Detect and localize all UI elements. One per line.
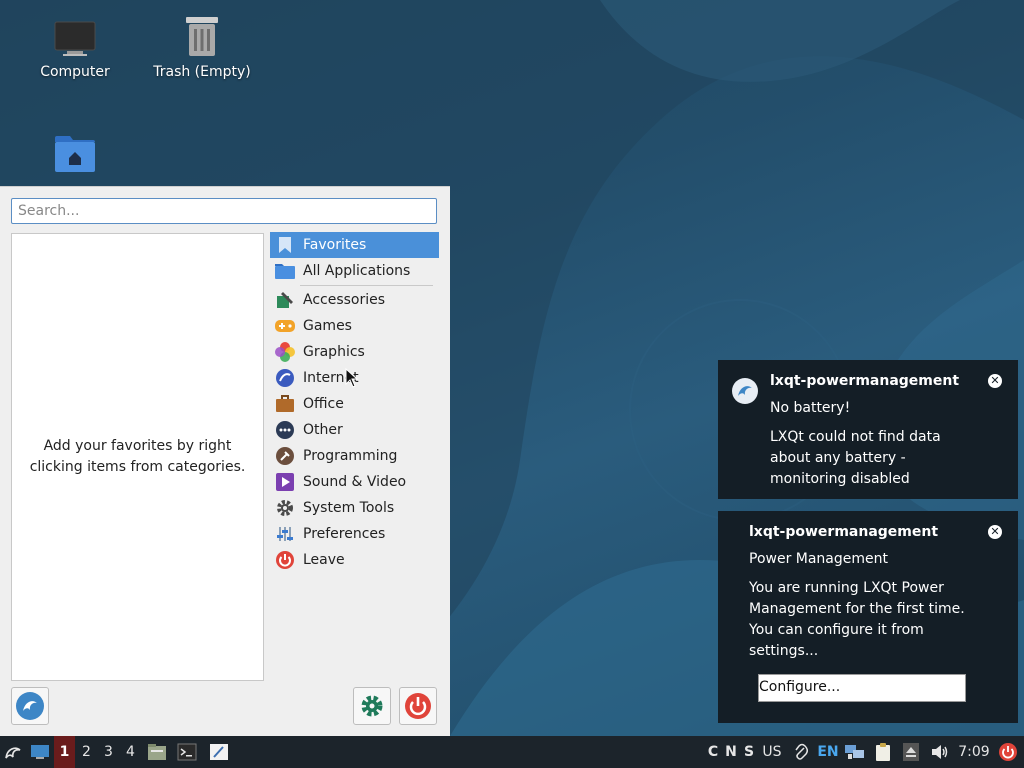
power-icon[interactable] [996,736,1020,768]
close-icon[interactable]: ✕ [988,525,1002,539]
bookmark-icon [274,234,296,256]
file-manager-launcher[interactable] [145,736,169,768]
category-favorites[interactable]: Favorites [270,232,439,258]
accessories-icon [274,289,296,311]
graphics-icon [274,341,296,363]
sliders-icon [274,523,296,545]
briefcase-icon [274,393,296,415]
network-icon[interactable] [843,736,867,768]
settings-gear-icon [361,695,383,717]
category-list: Favorites All Applications Accessories G… [270,232,439,573]
text-editor-launcher[interactable] [207,736,231,768]
clipboard-icon[interactable] [871,736,895,768]
search-input[interactable] [11,198,437,224]
desktop-switch-2[interactable]: 2 [76,736,97,768]
settings-button[interactable] [353,687,391,725]
category-separator [300,285,433,286]
desktop-icon-trash[interactable]: Trash (Empty) [142,14,262,80]
volume-icon[interactable] [929,736,951,768]
desktop-icon [31,745,49,759]
desktop-icon-computer[interactable]: Computer [15,14,135,80]
desktop-switch-1[interactable]: 1 [54,736,75,768]
notification-no-battery[interactable]: lxqt-powermanagement ✕ No battery! LXQt … [718,360,1018,499]
desktop-switch-4[interactable]: 4 [120,736,141,768]
category-label: Other [303,422,343,438]
terminal-icon [177,743,197,761]
monitor-icon [15,14,135,58]
notification-app-name: lxqt-powermanagement [770,373,960,389]
lxqt-logo-icon [732,378,758,404]
keyboard-layout[interactable]: US [760,736,784,768]
indicator-num: N [725,744,737,760]
category-system-tools[interactable]: System Tools [270,495,439,521]
category-label: Sound & Video [303,474,407,490]
eject-icon[interactable] [900,736,922,768]
desktop-icon-label: Computer [40,64,110,80]
gear-icon [274,497,296,519]
notification-body: LXQt could not find data about any batte… [770,429,941,487]
category-games[interactable]: Games [270,313,439,339]
folder-icon [274,260,296,282]
media-icon [274,471,296,493]
dots-icon [274,419,296,441]
indicator-scroll: S [743,744,755,760]
lxqt-logo-icon [16,692,44,720]
notification-body: You are running LXQt Power Management fo… [749,580,965,659]
desktop-switch-3[interactable]: 3 [98,736,119,768]
category-label: Graphics [303,344,365,360]
notification-title: No battery! [770,400,851,416]
category-graphics[interactable]: Graphics [270,339,439,365]
category-label: Accessories [303,292,386,308]
category-label: All Applications [303,263,411,279]
notification-title: Power Management [749,551,889,567]
lxqt-logo-icon [5,747,21,759]
trash-icon [142,14,262,58]
leave-button[interactable] [399,687,437,725]
hammer-icon [274,445,296,467]
notification-app-name: lxqt-powermanagement [749,524,939,540]
text-editor-icon [210,744,228,760]
clock[interactable]: 7:09 [955,736,993,768]
category-sound-video[interactable]: Sound & Video [270,469,439,495]
category-label: System Tools [303,500,395,516]
indicator-caps: C [707,744,719,760]
home-folder-icon [15,130,135,174]
category-label: Games [303,318,352,334]
show-desktop-button[interactable] [28,736,52,768]
lxqt-logo-button[interactable] [11,687,49,725]
favorites-hint: Add your favorites by right clicking ite… [29,438,246,475]
desktop-icon-home[interactable] [15,130,135,180]
taskbar: 1 2 3 4 C N S US EN 7:09 [0,736,1024,768]
category-accessories[interactable]: Accessories [270,287,439,313]
globe-icon [274,367,296,389]
configure-button[interactable]: Configure... [758,674,966,702]
terminal-launcher[interactable] [175,736,199,768]
notification-power-management[interactable]: lxqt-powermanagement ✕ Power Management … [718,511,1018,723]
application-menu: Add your favorites by right clicking ite… [0,186,450,737]
category-label: Programming [303,448,398,464]
gamepad-icon [274,315,296,337]
category-preferences[interactable]: Preferences [270,521,439,547]
category-label: Leave [303,552,345,568]
category-label: Favorites [303,237,367,253]
main-menu-button[interactable] [0,736,26,768]
power-icon [405,693,431,719]
favorites-panel[interactable]: Add your favorites by right clicking ite… [11,233,264,681]
category-office[interactable]: Office [270,391,439,417]
category-label: Office [303,396,344,412]
file-manager-icon [148,744,166,760]
category-label: Preferences [303,526,386,542]
category-all-applications[interactable]: All Applications [270,258,439,284]
category-programming[interactable]: Programming [270,443,439,469]
category-other[interactable]: Other [270,417,439,443]
close-icon[interactable]: ✕ [988,374,1002,388]
category-leave[interactable]: Leave [270,547,439,573]
language-indicator[interactable]: EN [815,736,841,768]
paperclip-icon[interactable] [792,736,810,768]
desktop-icon-label: Trash (Empty) [153,64,251,80]
power-icon [274,549,296,571]
mouse-cursor-icon [345,368,359,388]
